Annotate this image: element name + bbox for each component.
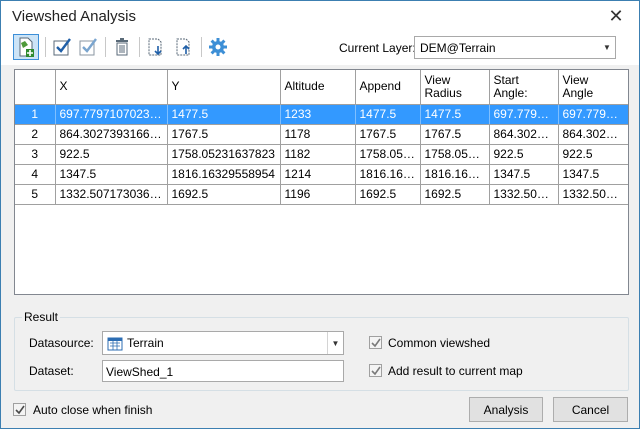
table-cell[interactable]: 1758.05231637823 xyxy=(167,144,281,165)
add-point-button[interactable] xyxy=(13,34,39,60)
common-viewshed-label: Common viewshed xyxy=(388,336,491,350)
check-icon xyxy=(370,338,381,347)
common-viewshed-checkbox[interactable] xyxy=(369,336,382,349)
add-point-icon xyxy=(19,37,34,57)
add-result-label: Add result to current map xyxy=(388,364,523,378)
trash-icon xyxy=(116,38,128,56)
viewshed-analysis-dialog: Viewshed Analysis ✕ Current Layer: DEM@T… xyxy=(0,0,640,429)
table-cell[interactable]: 1196 xyxy=(280,184,356,205)
column-header[interactable]: Y xyxy=(167,70,281,105)
import-icon xyxy=(148,38,162,56)
cancel-button[interactable]: Cancel xyxy=(553,397,628,422)
gear-icon xyxy=(209,38,227,56)
table-cell[interactable]: 922.5 xyxy=(55,144,168,165)
current-layer-value: DEM@Terrain xyxy=(420,41,496,55)
column-header[interactable]: View Radius xyxy=(420,70,490,105)
table-cell[interactable]: 1182 xyxy=(280,144,356,165)
table-cell[interactable]: 1758.0523... xyxy=(420,144,490,165)
row-index-cell[interactable]: 1 xyxy=(15,104,56,125)
table-cell[interactable]: 1758.052... xyxy=(355,144,421,165)
result-legend: Result xyxy=(22,310,61,324)
table-cell[interactable]: 1816.163... xyxy=(420,164,490,185)
export-button[interactable] xyxy=(171,34,197,60)
table-cell[interactable]: 697.77971... xyxy=(489,104,559,125)
datasource-label: Datasource: xyxy=(29,336,94,350)
table-cell[interactable]: 1692.5 xyxy=(167,184,281,205)
table-cell[interactable]: 1692.5 xyxy=(420,184,490,205)
toolbar: Current Layer: DEM@Terrain ▼ xyxy=(1,31,639,65)
close-icon[interactable]: ✕ xyxy=(601,4,631,28)
table-cell[interactable]: 1347.5 xyxy=(55,164,168,185)
row-index-cell[interactable]: 2 xyxy=(15,124,56,145)
row-index-cell[interactable]: 5 xyxy=(15,184,56,205)
table-cell[interactable]: 1767.5 xyxy=(167,124,281,145)
table-cell[interactable]: 1816.16329558954 xyxy=(167,164,281,185)
import-button[interactable] xyxy=(143,34,169,60)
table-cell[interactable]: 1816.163... xyxy=(355,164,421,185)
dataset-value: ViewShed_1 xyxy=(106,365,174,379)
table-cell[interactable]: 1332.50717303693 xyxy=(55,184,168,205)
check-icon xyxy=(14,405,25,414)
datasource-select[interactable]: Terrain ▼ xyxy=(102,331,344,355)
settings-button[interactable] xyxy=(205,34,231,60)
table-cell[interactable]: 1214 xyxy=(280,164,356,185)
table-row[interactable]: 3 922.5 1758.05231637823 1182 1758.052... 175… xyxy=(15,144,628,165)
table-cell[interactable]: 864.30273... xyxy=(558,124,628,145)
current-layer-select[interactable]: DEM@Terrain ▼ xyxy=(414,36,616,59)
delete-button[interactable] xyxy=(109,34,135,60)
table-cell[interactable]: 1332.5071... xyxy=(489,184,559,205)
chevron-down-icon: ▼ xyxy=(327,332,343,354)
table-row[interactable]: 5 1332.50717303693 1692.5 1196 1692.5 1692.5 1… xyxy=(15,184,628,205)
points-table[interactable]: X Y Altitude Append View Radius Start Angle: Vie… xyxy=(14,69,629,295)
dataset-input[interactable]: ViewShed_1 xyxy=(102,360,344,382)
table-header: X Y Altitude Append View Radius Start Angle: Vie… xyxy=(15,70,628,105)
row-index-cell[interactable]: 4 xyxy=(15,164,56,185)
current-layer-label: Current Layer: xyxy=(339,41,416,55)
dataset-label: Dataset: xyxy=(29,364,74,378)
select-inverse-button[interactable] xyxy=(75,34,101,60)
row-index-header[interactable] xyxy=(15,70,56,105)
table-cell[interactable]: 864.302739316682 xyxy=(55,124,168,145)
auto-close-label: Auto close when finish xyxy=(33,403,153,417)
table-cell[interactable]: 922.5 xyxy=(558,144,628,165)
table-cell[interactable]: 1767.5 xyxy=(355,124,421,145)
column-header[interactable]: Append xyxy=(355,70,421,105)
table-cell[interactable]: 922.5 xyxy=(489,144,559,165)
datasource-value: Terrain xyxy=(127,336,164,350)
table-cell[interactable]: 1767.5 xyxy=(420,124,490,145)
select-all-button[interactable] xyxy=(49,34,75,60)
table-cell[interactable]: 1347.5 xyxy=(489,164,559,185)
table-cell[interactable]: 1477.5 xyxy=(355,104,421,125)
table-row[interactable]: 1 697.779710702354 1477.5 1233 1477.5 1477.5 6… xyxy=(15,104,628,125)
table-cell[interactable]: 697.779710702354 xyxy=(55,104,168,125)
table-row[interactable]: 4 1347.5 1816.16329558954 1214 1816.163... 18… xyxy=(15,164,628,185)
window-title: Viewshed Analysis xyxy=(12,8,136,25)
column-header[interactable]: View Angle xyxy=(558,70,628,105)
column-header[interactable]: Altitude xyxy=(280,70,356,105)
table-cell[interactable]: 1332.5071... xyxy=(558,184,628,205)
checkbox-inverse-icon xyxy=(79,38,97,56)
table-cell[interactable]: 1477.5 xyxy=(167,104,281,125)
table-row[interactable]: 2 864.302739316682 1767.5 1178 1767.5 1767.5 8… xyxy=(15,124,628,145)
table-cell[interactable]: 1233 xyxy=(280,104,356,125)
column-header[interactable]: Start Angle: xyxy=(489,70,559,105)
chevron-down-icon: ▼ xyxy=(603,43,611,52)
table-cell[interactable]: 697.77971... xyxy=(558,104,628,125)
export-icon xyxy=(176,38,190,56)
title-bar: Viewshed Analysis ✕ xyxy=(1,1,639,31)
row-index-cell[interactable]: 3 xyxy=(15,144,56,165)
check-icon xyxy=(370,366,381,375)
analysis-button[interactable]: Analysis xyxy=(469,397,543,422)
datasource-icon xyxy=(107,336,123,355)
table-cell[interactable]: 1692.5 xyxy=(355,184,421,205)
column-header[interactable]: X xyxy=(55,70,168,105)
add-result-checkbox[interactable] xyxy=(369,364,382,377)
checkbox-checked-icon xyxy=(53,38,71,56)
auto-close-checkbox[interactable] xyxy=(13,403,26,416)
table-cell[interactable]: 1178 xyxy=(280,124,356,145)
table-cell[interactable]: 1347.5 xyxy=(558,164,628,185)
table-cell[interactable]: 1477.5 xyxy=(420,104,490,125)
table-cell[interactable]: 864.30273... xyxy=(489,124,559,145)
